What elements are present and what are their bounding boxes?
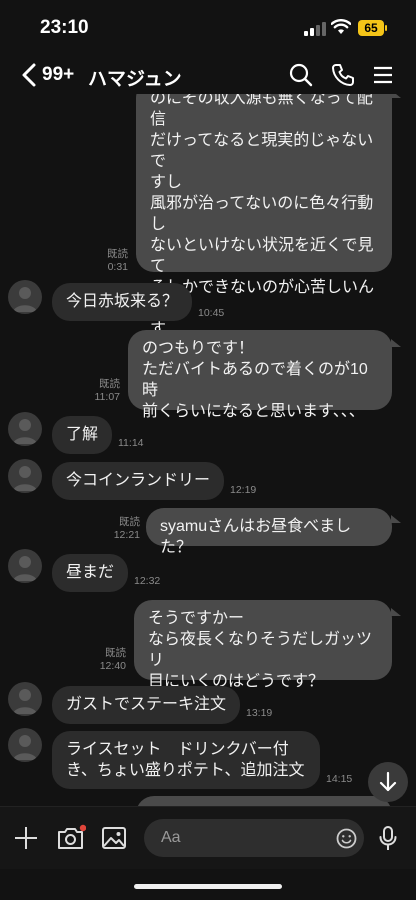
chat-header: 99+ ハマジュン — [0, 56, 416, 94]
bubble-tail — [391, 515, 401, 523]
search-icon[interactable] — [288, 62, 314, 88]
menu-icon[interactable] — [370, 62, 396, 88]
message-list[interactable]: のにその収入源も無くなって配信 だけってなると現実的じゃないで すし 風邪が治っ… — [0, 94, 416, 806]
avatar[interactable] — [8, 412, 42, 446]
message-meta: 既読 12:40 — [86, 647, 126, 673]
incoming-message[interactable]: 了解 — [52, 416, 112, 454]
image-icon[interactable] — [101, 826, 127, 850]
cellular-signal-icon — [304, 22, 326, 36]
camera-icon[interactable] — [56, 824, 86, 852]
outgoing-message[interactable]: syamuさんはお昼食べました？ — [146, 508, 392, 556]
outgoing-message[interactable]: そうですかー なら夜長くなりそうだしガッツリ 目にいくのはどうです？ — [134, 600, 392, 690]
message-time: 14:15 — [326, 773, 353, 785]
battery-tip — [385, 25, 387, 31]
avatar[interactable] — [8, 728, 42, 762]
avatar[interactable] — [8, 280, 42, 314]
microphone-icon[interactable] — [378, 825, 398, 851]
message-input-placeholder: Aa — [161, 829, 181, 846]
message-time: 13:19 — [246, 707, 273, 719]
home-indicator[interactable] — [134, 884, 282, 889]
message-time: 10:45 — [198, 307, 225, 319]
plus-icon[interactable] — [14, 826, 38, 850]
incoming-message[interactable]: 今コインランドリー — [52, 462, 224, 500]
read-receipt: 既読 — [107, 248, 128, 260]
message-meta: 既読 11:07 — [80, 378, 121, 404]
message-input[interactable]: Aa — [144, 819, 364, 857]
arrow-down-icon — [379, 771, 397, 792]
outgoing-message[interactable]: のにその収入源も無くなって配信 だけってなると現実的じゃないで すし 風邪が治っ… — [136, 94, 392, 401]
status-bar: 23:10 65 — [0, 0, 416, 56]
message-meta: 既読 0:31 — [88, 248, 128, 274]
outgoing-message[interactable]: のつもりです！ ただバイトあるので着くのが10時 前くらいになると思います、、、 — [128, 330, 392, 420]
emoji-icon[interactable] — [336, 828, 357, 849]
wifi-icon — [331, 19, 351, 34]
message-input-bar: Aa — [0, 806, 416, 869]
read-receipt: 既読 — [119, 516, 140, 528]
message-time: 12:40 — [99, 660, 126, 672]
incoming-message[interactable]: 昼まだ — [52, 554, 128, 592]
read-receipt: 既読 — [105, 647, 126, 659]
avatar[interactable] — [8, 459, 42, 493]
bubble-tail — [391, 94, 401, 98]
message-meta: 既読 12:21 — [100, 516, 140, 542]
message-time: 12:32 — [134, 575, 161, 587]
contact-name[interactable]: ハマジュン — [88, 64, 182, 91]
message-time: 0:31 — [107, 261, 128, 273]
incoming-message[interactable]: ライスセット ドリンクバー付 き、ちょい盛りポテト、追加注文 — [52, 731, 320, 789]
message-time: 12:21 — [113, 529, 140, 541]
message-time: 12:19 — [230, 484, 257, 496]
avatar[interactable] — [8, 682, 42, 716]
incoming-message[interactable]: 今日赤坂来る？ — [52, 283, 192, 321]
phone-icon[interactable] — [330, 62, 356, 88]
unread-count[interactable]: 99+ — [42, 64, 74, 86]
chevron-left-icon[interactable] — [18, 62, 42, 88]
battery-indicator: 65 — [358, 20, 384, 36]
read-receipt: 既読 — [99, 378, 120, 390]
status-time: 23:10 — [40, 17, 89, 38]
message-time: 11:14 — [118, 437, 144, 449]
bubble-tail — [391, 339, 401, 347]
bubble-tail — [391, 608, 401, 616]
avatar[interactable] — [8, 549, 42, 583]
scroll-to-bottom-button[interactable] — [368, 762, 408, 802]
incoming-message[interactable]: ガストでステーキ注文 — [52, 686, 240, 724]
outgoing-message-partial[interactable] — [136, 796, 392, 806]
message-time: 11:07 — [94, 391, 121, 403]
